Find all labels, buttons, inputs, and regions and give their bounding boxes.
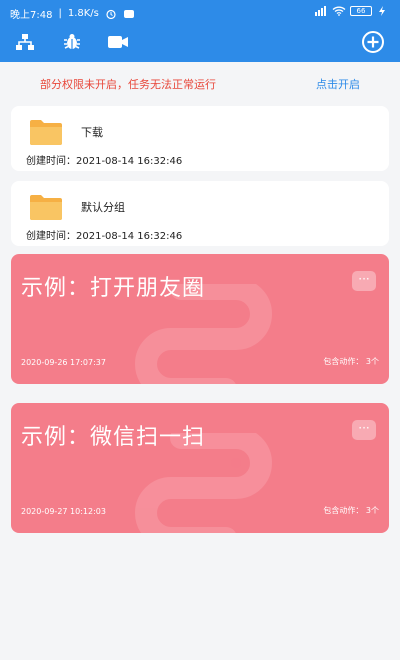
folder-icon	[29, 118, 63, 146]
task-date: 2020-09-26 17:07:37	[21, 358, 106, 367]
permission-warning: 部分权限未开启，任务无法正常运行 点击开启	[0, 62, 400, 102]
more-options-button[interactable]: ···	[352, 420, 376, 440]
more-options-button[interactable]: ···	[352, 271, 376, 291]
battery-icon: 66	[350, 6, 372, 16]
status-bar: 晚上7:48 | 1.8K/s 66	[0, 0, 400, 24]
group-name: 默认分组	[81, 201, 125, 214]
add-circle-icon[interactable]	[360, 30, 386, 54]
alarm-icon	[105, 9, 117, 19]
group-card-default[interactable]: 默认分组 创建时间：2021-08-14 16:32:46	[11, 181, 389, 246]
app-notification-icon	[123, 9, 135, 19]
app-bar: 晚上7:48 | 1.8K/s 66	[0, 0, 400, 62]
group-card-download[interactable]: 下载 创建时间：2021-08-14 16:32:46	[11, 106, 389, 171]
task-title: 示例：微信扫一扫	[21, 425, 206, 450]
task-card-moments[interactable]: 示例：打开朋友圈 ··· 2020-09-26 17:07:37 包含动作： 3…	[11, 254, 389, 384]
warning-message: 部分权限未开启，任务无法正常运行	[40, 78, 216, 91]
folder-icon	[29, 193, 63, 221]
task-card-scan[interactable]: 示例：微信扫一扫 ··· 2020-09-27 10:12:03 包含动作： 3…	[11, 403, 389, 533]
task-title: 示例：打开朋友圈	[21, 276, 206, 301]
group-created-time: 创建时间：2021-08-14 16:32:46	[26, 231, 183, 242]
bug-icon[interactable]	[59, 30, 85, 54]
enable-permission-link[interactable]: 点击开启	[316, 76, 360, 92]
signal-icon	[314, 6, 326, 16]
hierarchy-icon[interactable]	[12, 30, 38, 54]
video-icon[interactable]	[105, 30, 131, 54]
group-created-time: 创建时间：2021-08-14 16:32:46	[26, 156, 183, 167]
network-speed: 1.8K/s	[67, 8, 99, 19]
wifi-icon	[332, 6, 346, 16]
task-date: 2020-09-27 10:12:03	[21, 507, 106, 516]
status-time: 晚上7:48	[10, 10, 53, 21]
task-action-count: 包含动作： 3个	[323, 357, 379, 366]
task-action-count: 包含动作： 3个	[323, 506, 379, 515]
charging-icon	[378, 6, 390, 16]
group-name: 下载	[81, 126, 103, 139]
